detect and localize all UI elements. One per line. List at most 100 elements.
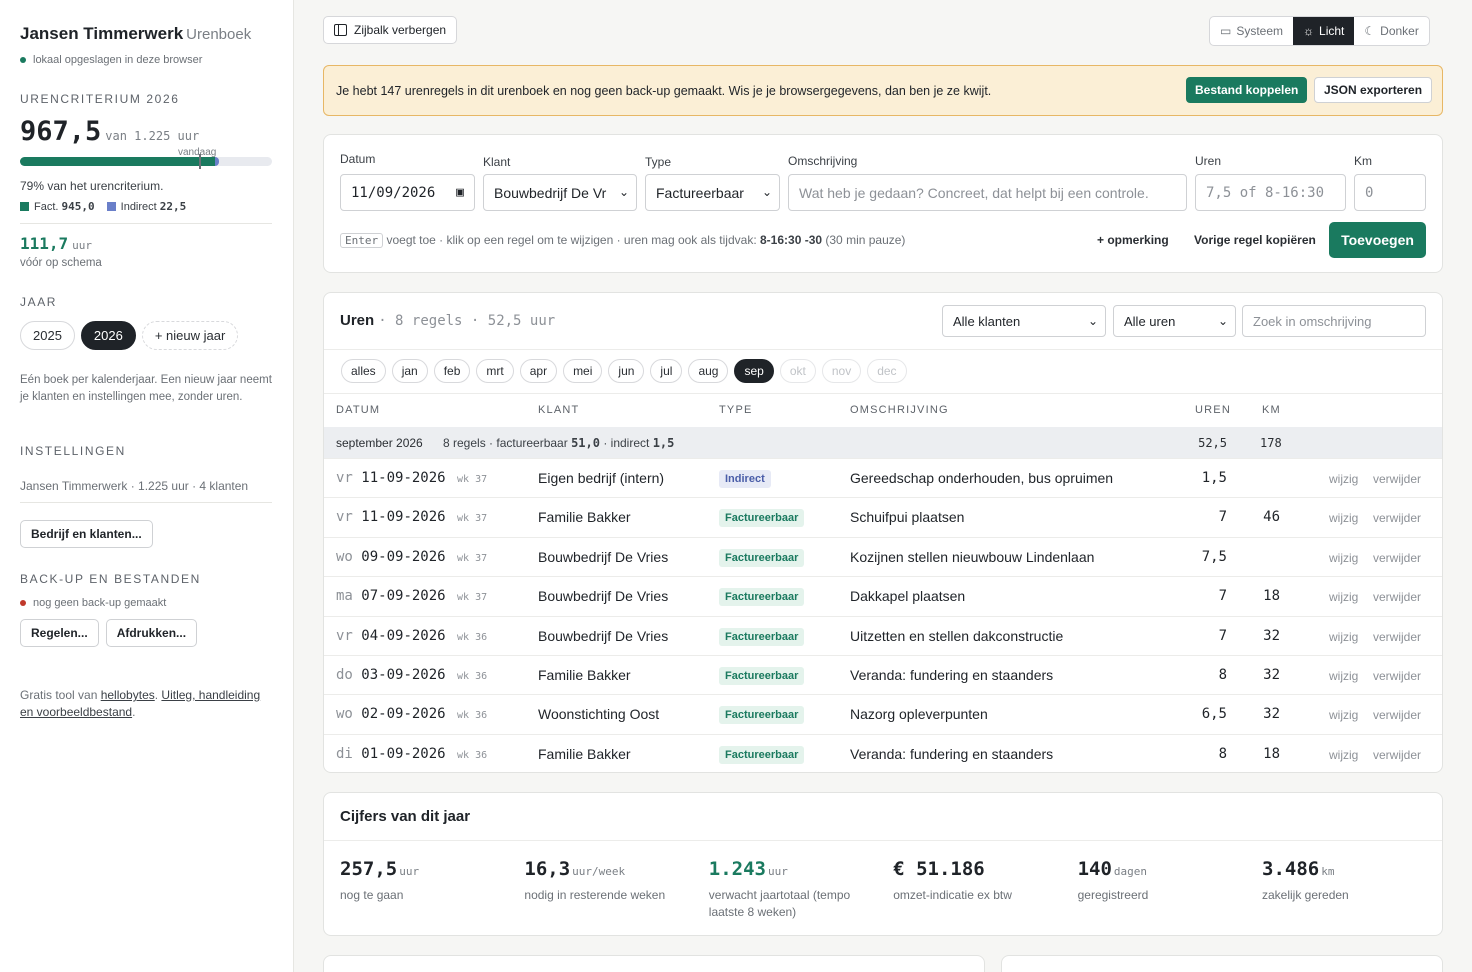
month-chip-mrt[interactable]: mrt [476, 359, 514, 383]
table-row[interactable]: do 03-09-2026 wk 36 Familie Bakker Facture… [324, 655, 1442, 694]
month-chip-jul[interactable]: jul [650, 359, 683, 383]
edit-button[interactable]: wijzig [1329, 669, 1358, 683]
footer-credits: Gratis tool van hellobytes. Uitleg, hand… [20, 688, 261, 719]
edit-button[interactable]: wijzig [1329, 551, 1358, 565]
stat-item: 257,5 uur nog te gaan [340, 858, 500, 904]
theme-dark[interactable]: ☾ Donker [1354, 17, 1428, 45]
row-hours: 7 [1218, 588, 1227, 605]
type-badge: Factureerbaar [719, 509, 805, 528]
ahead-text: vóór op schema [20, 257, 102, 269]
rules-button[interactable]: Regelen... [20, 619, 99, 647]
row-client: Familie Bakker [538, 509, 631, 526]
client-filter[interactable]: Alle klanten ⌄ [942, 305, 1106, 337]
hellobytes-link[interactable]: hellobytes [101, 688, 155, 702]
table-row[interactable]: wo 09-09-2026 wk 37 Bouwbedrijf De Vries F… [324, 536, 1442, 576]
delete-button[interactable]: verwijder [1373, 708, 1421, 722]
table-row[interactable]: vr 11-09-2026 wk 37 Eigen bedrijf (intern… [324, 458, 1442, 497]
legend-fact: Fact. 945,0 [20, 200, 95, 213]
edit-button[interactable]: wijzig [1329, 708, 1358, 722]
progress-text: 79% van het urencriterium. [20, 179, 164, 193]
year-2025[interactable]: 2025 [20, 321, 75, 350]
search-input[interactable]: Zoek in omschrijving [1242, 305, 1426, 337]
month-chip-okt: okt [779, 359, 816, 383]
legend-fact-swatch [20, 202, 29, 211]
table-row[interactable]: ma 07-09-2026 wk 37 Bouwbedrijf De Vries F… [324, 576, 1442, 615]
year-2026[interactable]: 2026 [80, 321, 136, 350]
stat-item: 3.486 km zakelijk gereden [1262, 858, 1422, 904]
month-group-row: september 2026 8 regels · factureerbaar … [324, 427, 1442, 458]
month-filter: alles jan feb mrt apr mei jun jul aug sep okt nov de… [341, 359, 913, 383]
month-chip-mei[interactable]: mei [563, 359, 603, 383]
type-badge: Factureerbaar [719, 588, 805, 607]
divider [20, 223, 272, 224]
progress-fact [20, 157, 215, 166]
table-row[interactable]: vr 11-09-2026 wk 37 Familie Bakker Facture… [324, 497, 1442, 536]
delete-button[interactable]: verwijder [1373, 472, 1421, 486]
delete-button[interactable]: verwijder [1373, 551, 1421, 565]
new-year-button[interactable]: + nieuw jaar [141, 321, 239, 350]
hours-input[interactable]: 7,5 of 8-16:30 [1195, 174, 1346, 211]
row-date: vr 11-09-2026 wk 37 [336, 509, 488, 526]
toggle-sidebar-button[interactable]: Zijbalk verbergen [323, 16, 458, 44]
row-hours: 8 [1218, 745, 1227, 762]
company-clients-button[interactable]: Bedrijf en klanten... [20, 520, 153, 548]
client-select[interactable]: Bouwbedrijf De Vr ⌄ [483, 174, 637, 211]
bottom-card-left [323, 955, 985, 972]
edit-button[interactable]: wijzig [1329, 511, 1358, 525]
sample-file-link[interactable]: en voorbeeldbestand [20, 705, 132, 719]
edit-button[interactable]: wijzig [1329, 590, 1358, 604]
table-row[interactable]: di 01-09-2026 wk 36 Familie Bakker Facture… [324, 733, 1442, 773]
delete-button[interactable]: verwijder [1373, 511, 1421, 525]
edit-button[interactable]: wijzig [1329, 472, 1358, 486]
col-date: DATUM [336, 404, 381, 416]
stat-item: € 51.186 omzet-indicatie ex btw [893, 858, 1053, 904]
delete-button[interactable]: verwijder [1373, 630, 1421, 644]
type-select[interactable]: Factureerbaar ⌄ [645, 174, 780, 211]
add-entry-button[interactable]: Toevoegen [1329, 222, 1426, 258]
table-row[interactable]: wo 02-09-2026 wk 36 Woonstichting Oost Fac… [324, 694, 1442, 733]
type-badge: Factureerbaar [719, 548, 805, 567]
theme-light[interactable]: ☼ Licht [1293, 17, 1355, 45]
table-row[interactable]: vr 04-09-2026 wk 36 Bouwbedrijf De Vries F… [324, 615, 1442, 655]
month-chip-aug[interactable]: aug [688, 359, 729, 383]
stat-unit: dagen [1113, 865, 1148, 878]
delete-button[interactable]: verwijder [1373, 590, 1421, 604]
month-chip-sep[interactable]: sep [734, 359, 774, 383]
add-note-button[interactable]: + opmerking [1097, 233, 1169, 247]
warning-dot-icon [20, 600, 26, 606]
progress-legend: Fact. 945,0 Indirect 22,5 [20, 200, 273, 213]
date-input[interactable]: 11/09/2026 ▣ [340, 174, 475, 211]
print-button[interactable]: Afdrukken... [105, 619, 198, 647]
delete-button[interactable]: verwijder [1373, 748, 1421, 762]
row-description: Kozijnen stellen nieuwbouw Lindenlaan [850, 548, 1095, 565]
description-input[interactable]: Wat heb je gedaan? Concreet, dat helpt b… [788, 174, 1187, 211]
km-input[interactable]: 0 [1354, 174, 1426, 211]
sidebar-icon [334, 24, 347, 36]
copy-previous-button[interactable]: Vorige regel kopiëren [1194, 233, 1316, 247]
year-selector: 2025 2026 + nieuw jaar [20, 321, 273, 350]
criterion-summary: 967,5 van 1.225 uur [20, 116, 273, 147]
row-date: do 03-09-2026 wk 36 [336, 667, 488, 683]
today-marker [198, 154, 201, 169]
edit-button[interactable]: wijzig [1329, 630, 1358, 644]
month-chip-feb[interactable]: feb [433, 359, 471, 383]
row-hours: 6,5 [1201, 706, 1227, 723]
divider [20, 502, 272, 503]
link-file-button[interactable]: Bestand koppelen [1186, 77, 1308, 103]
month-chip-alles[interactable]: alles [341, 359, 386, 383]
month-chip-jan[interactable]: jan [391, 359, 428, 383]
settings-heading: INSTELLINGEN [20, 444, 126, 458]
month-chip-nov: nov [821, 359, 862, 383]
edit-button[interactable]: wijzig [1329, 748, 1358, 762]
theme-system[interactable]: ▭ Systeem [1210, 17, 1293, 45]
month-chip-jun[interactable]: jun [608, 359, 645, 383]
hours-filter[interactable]: Alle uren ⌄ [1113, 305, 1236, 337]
stat-unit: uur/week [572, 865, 626, 878]
delete-button[interactable]: verwijder [1373, 669, 1421, 683]
stat-value: 257,5 [340, 858, 398, 880]
month-chip-apr[interactable]: apr [519, 359, 558, 383]
stat-label: zakelijk gereden [1262, 888, 1349, 902]
export-json-button[interactable]: JSON exporteren [1314, 77, 1433, 103]
manual-link[interactable]: Uitleg, handleiding [161, 688, 260, 702]
row-date: di 01-09-2026 wk 36 [336, 745, 488, 762]
